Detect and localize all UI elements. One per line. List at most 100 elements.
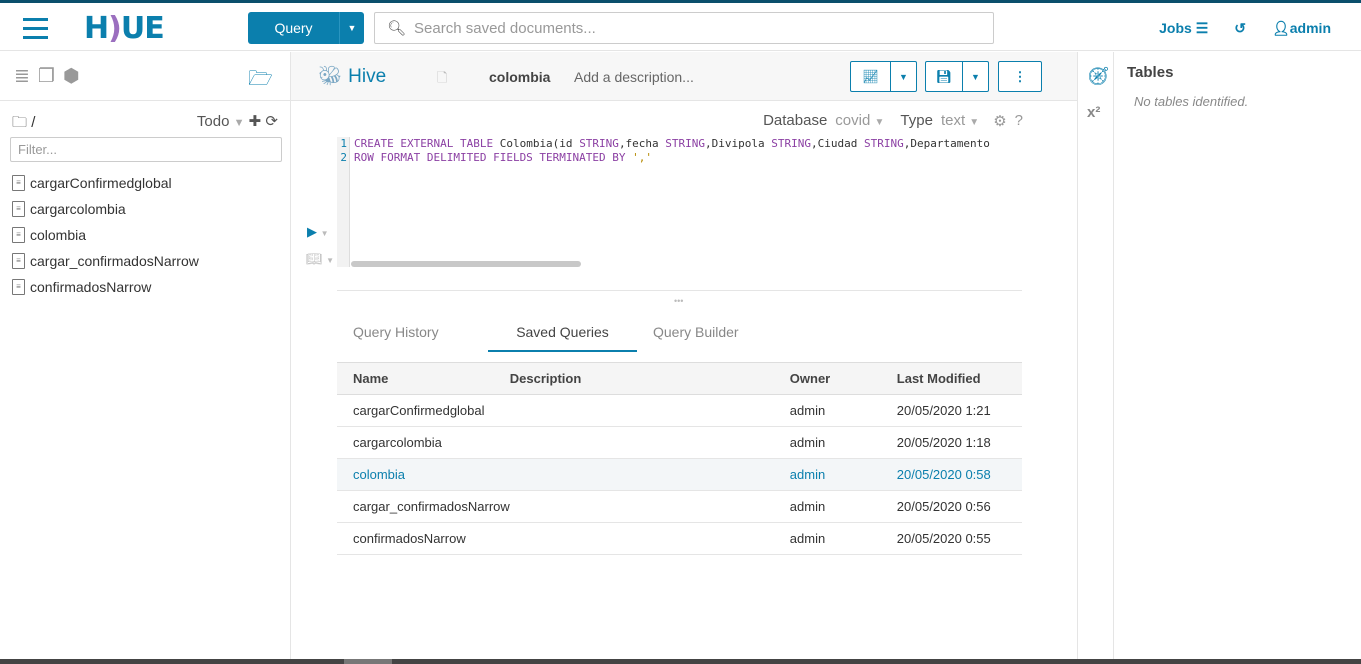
column-header-owner[interactable]: Owner (789, 362, 897, 395)
divider (337, 290, 1022, 291)
refresh-icon[interactable]: ⟳ (265, 113, 278, 130)
type-filter-label: Todo (196, 113, 230, 130)
document-item[interactable]: ≡ cargarcolombia (12, 196, 199, 222)
save-caret-icon[interactable]: ▼ (963, 62, 988, 91)
query-owner: admin (789, 394, 897, 427)
table-row[interactable]: colombia admin 20/05/2020 0:58 (337, 458, 1022, 491)
right-assist-panel: Tables No tables identified. (1114, 52, 1361, 659)
chart-icon[interactable]: 📈︎ (851, 62, 891, 91)
tab-saved-queries[interactable]: Saved Queries (488, 322, 637, 352)
query-owner: admin (789, 490, 897, 523)
tab-query-history[interactable]: Query History (337, 322, 488, 352)
jobs-button[interactable]: Jobs ☰ (1159, 20, 1208, 37)
document-name-field[interactable]: colombia (489, 69, 550, 85)
chart-caret-icon[interactable]: ▼ (891, 62, 916, 91)
hue-logo[interactable]: H)UE (84, 11, 165, 46)
search-documents-input[interactable]: 🔍︎ Search saved documents... (374, 12, 994, 44)
table-row[interactable]: confirmadosNarrow admin 20/05/2020 0:55 (337, 522, 1022, 555)
table-row[interactable]: cargar_confirmadosNarrow admin 20/05/2020 … (337, 490, 1022, 523)
saved-queries-table: Name Description Owner Last Modified car… (337, 362, 1022, 555)
query-description (509, 426, 790, 459)
save-button-group[interactable]: 💾︎ ▼ (925, 61, 989, 92)
code-lines[interactable]: CREATE EXTERNAL TABLE Colombia(id STRING… (354, 137, 1022, 165)
code-token: ,Divipola (705, 137, 772, 150)
query-dropdown-caret-icon[interactable]: ▼ (339, 12, 364, 44)
chart-button-group[interactable]: 📈︎ ▼ (850, 61, 917, 92)
bottom-scrollbar[interactable] (0, 659, 1361, 664)
cubes-icon[interactable]: ⬢ (63, 66, 88, 87)
settings-gear-icon[interactable]: ⚙ (993, 112, 1006, 130)
resize-handle[interactable]: ••• (674, 296, 683, 306)
column-header-name[interactable]: Name (337, 362, 510, 395)
query-file-icon: ≡ (12, 227, 25, 243)
document-item[interactable]: ≡ colombia (12, 222, 199, 248)
folder-open-icon[interactable]: 🗁︎ (248, 64, 273, 98)
database-value: covid (835, 112, 871, 129)
query-last-modified: 20/05/2020 0:55 (896, 522, 1022, 555)
database-select[interactable]: covid ▼ (835, 112, 884, 130)
query-name: cargarConfirmedglobal (337, 394, 510, 427)
document-name[interactable]: cargar_confirmadosNarrow (30, 253, 199, 269)
query-owner: admin (789, 426, 897, 459)
database-icon[interactable]: ≣ (14, 66, 38, 87)
user-menu[interactable]: 👤︎admin (1272, 20, 1331, 37)
execute-icon[interactable]: ▶ ▼ (307, 224, 329, 240)
add-icon[interactable]: ✚ (249, 113, 262, 130)
query-owner: admin (789, 522, 897, 555)
search-placeholder: Search saved documents... (414, 19, 596, 37)
path-text: / (31, 114, 36, 131)
column-header-last-modified[interactable]: Last Modified (896, 362, 1022, 395)
left-assist-panel: ≣❐⬢ 🗁︎ 🗀︎ / Todo ▼ ✚ ⟳ Filter... ≡ cargar… (0, 52, 291, 659)
code-line[interactable]: CREATE EXTERNAL TABLE Colombia(id STRING… (354, 137, 1022, 151)
hamburger-menu-icon[interactable] (23, 18, 48, 45)
history-icon[interactable]: ↺ (1234, 20, 1246, 37)
hive-icon: 🐝︎ (318, 66, 343, 87)
horizontal-scrollbar[interactable] (351, 261, 581, 267)
jobs-label: Jobs (1159, 20, 1192, 36)
current-path[interactable]: 🗀︎ / (12, 112, 35, 137)
description-field[interactable]: Add a description... (574, 69, 694, 85)
user-icon: 👤︎ (1271, 20, 1290, 36)
engine-title: 🐝︎ Hive (318, 64, 386, 88)
document-name[interactable]: cargarConfirmedglobal (30, 175, 172, 191)
code-line[interactable]: ROW FORMAT DELIMITED FIELDS TERMINATED B… (354, 151, 1022, 165)
code-token: STRING (665, 137, 706, 150)
type-select[interactable]: text ▼ (941, 112, 979, 130)
table-row[interactable]: cargarConfirmedglobal admin 20/05/2020 1:2… (337, 394, 1022, 427)
snippet-book-icon[interactable]: 📖︎ ▼ (306, 251, 334, 267)
code-editor[interactable]: 12 CREATE EXTERNAL TABLE Colombia(id STR… (337, 137, 1022, 267)
query-button-label[interactable]: Query (248, 12, 339, 44)
document-item[interactable]: ≡ cargar_confirmadosNarrow (12, 248, 199, 274)
query-description (509, 490, 790, 523)
line-number: 2 (340, 151, 347, 164)
caret-down-icon: ▼ (969, 117, 980, 128)
documents-icon[interactable]: ❐ (38, 66, 63, 87)
help-icon[interactable]: ? (1015, 112, 1023, 130)
code-token: ',' (632, 151, 653, 164)
filter-input[interactable]: Filter... (10, 137, 282, 162)
tab-query-builder[interactable]: Query Builder (637, 322, 755, 352)
query-description (509, 522, 790, 555)
jobs-list-icon: ☰ (1195, 20, 1209, 36)
document-item[interactable]: ≡ cargarConfirmedglobal (12, 170, 199, 196)
code-token: Colombia(id (499, 137, 580, 150)
document-name[interactable]: cargarcolombia (30, 201, 126, 217)
functions-icon[interactable]: x² (1087, 104, 1100, 121)
caret-down-icon: ▼ (874, 117, 885, 128)
database-label: Database (763, 112, 828, 129)
document-item[interactable]: ≡ confirmadosNarrow (12, 274, 199, 300)
document-name[interactable]: colombia (30, 227, 86, 243)
type-value: text (940, 112, 966, 129)
save-icon[interactable]: 💾︎ (926, 62, 963, 91)
query-file-icon: ≡ (12, 279, 25, 295)
type-filter-dropdown[interactable]: Todo ▼ ✚ ⟳ (197, 112, 278, 130)
code-token: ROW FORMAT DELIMITED FIELDS TERMINATED B… (354, 151, 633, 164)
column-header-description[interactable]: Description (509, 362, 790, 395)
table-row[interactable]: cargarcolombia admin 20/05/2020 1:18 (337, 426, 1022, 459)
document-name[interactable]: confirmadosNarrow (30, 279, 151, 295)
compass-icon[interactable]: 🧭︎ (1087, 66, 1110, 87)
tables-title: Tables (1127, 64, 1174, 81)
query-button[interactable]: Query ▼ (248, 12, 364, 44)
line-gutter: 12 (337, 137, 350, 267)
more-options-icon[interactable]: ⋮ (998, 61, 1042, 92)
